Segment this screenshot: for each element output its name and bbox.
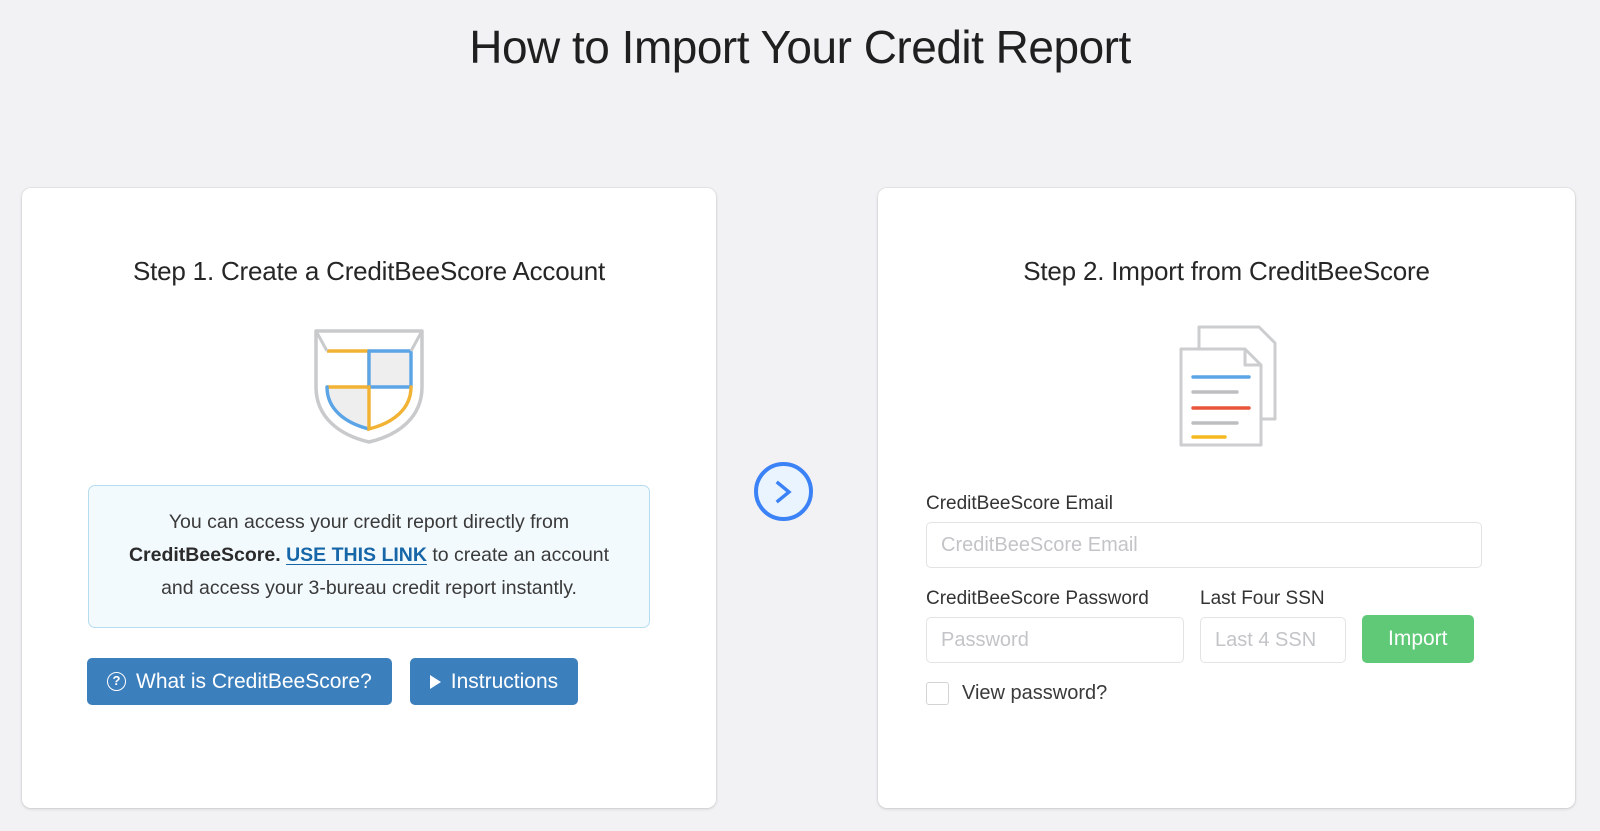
view-password-label: View password? bbox=[962, 682, 1108, 704]
step1-button-row: ? What is CreditBeeScore? Instructions bbox=[87, 658, 716, 705]
info-brand: CreditBeeScore. bbox=[128, 544, 281, 566]
email-input[interactable] bbox=[926, 522, 1482, 568]
email-label: CreditBeeScore Email bbox=[926, 493, 1113, 514]
page-title: How to Import Your Credit Report bbox=[469, 21, 1131, 73]
flow-arrow-button[interactable] bbox=[754, 462, 813, 521]
step2-title: Step 2. Import from CreditBeeScore bbox=[1023, 256, 1430, 286]
chevron-right-icon bbox=[775, 480, 792, 503]
what-is-creditbeescore-button[interactable]: ? What is CreditBeeScore? bbox=[87, 658, 392, 705]
password-field-group: CreditBeeScore Password bbox=[926, 588, 1184, 663]
instructions-button[interactable]: Instructions bbox=[409, 658, 579, 705]
shield-icon-container bbox=[22, 325, 716, 447]
view-password-row: View password? bbox=[926, 682, 1482, 705]
ssn-label: Last Four SSN bbox=[1200, 588, 1325, 609]
document-icon bbox=[1179, 325, 1276, 447]
import-form: CreditBeeScore Email CreditBeeScore Pass… bbox=[926, 493, 1482, 705]
info-text-1: You can access your credit report direct… bbox=[168, 511, 570, 533]
what-is-button-label: What is CreditBeeScore? bbox=[136, 669, 372, 693]
step1-title: Step 1. Create a CreditBeeScore Account bbox=[132, 256, 606, 286]
document-icon-container bbox=[878, 323, 1575, 449]
import-button-label: Import bbox=[1388, 627, 1448, 650]
password-label: CreditBeeScore Password bbox=[926, 588, 1149, 609]
step1-card: Step 1. Create a CreditBeeScore Account … bbox=[22, 188, 716, 808]
question-circle-icon: ? bbox=[107, 672, 126, 691]
play-icon bbox=[429, 674, 441, 689]
instructions-button-label: Instructions bbox=[450, 669, 559, 693]
step2-card: Step 2. Import from CreditBeeScore Credi… bbox=[878, 188, 1575, 808]
ssn-field-group: Last Four SSN bbox=[1200, 588, 1346, 663]
ssn-input[interactable] bbox=[1200, 617, 1346, 663]
use-this-link[interactable]: USE THIS LINK bbox=[286, 544, 427, 566]
credentials-row: CreditBeeScore Password Last Four SSN Im… bbox=[926, 588, 1482, 663]
import-button[interactable]: Import bbox=[1362, 615, 1474, 663]
password-input[interactable] bbox=[926, 617, 1184, 663]
view-password-checkbox[interactable] bbox=[926, 682, 949, 705]
email-field-group: CreditBeeScore Email bbox=[926, 493, 1482, 568]
shield-icon bbox=[314, 329, 424, 444]
step1-info-box: You can access your credit report direct… bbox=[88, 485, 650, 628]
